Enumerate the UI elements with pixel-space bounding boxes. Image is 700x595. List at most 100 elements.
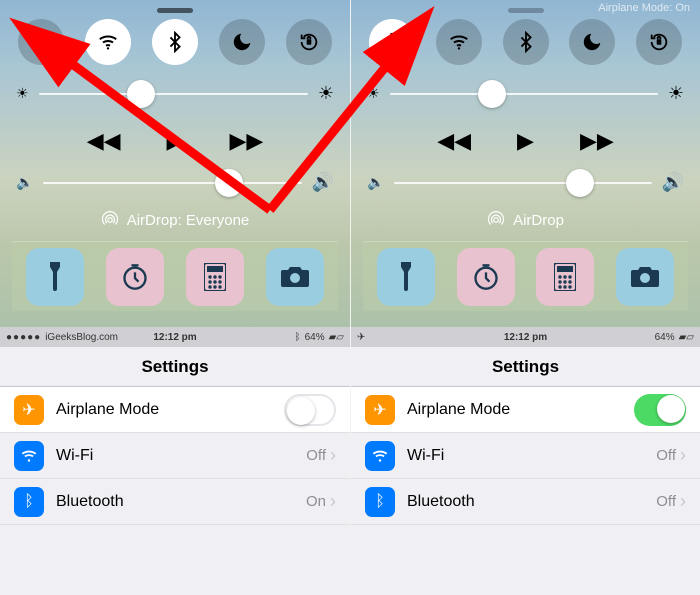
grabber-icon[interactable] bbox=[157, 8, 193, 13]
airplane-icon: ✈ bbox=[14, 395, 44, 425]
moon-icon bbox=[231, 31, 253, 53]
wifi-row[interactable]: Wi-Fi Off› bbox=[0, 433, 350, 479]
airdrop-label: AirDrop: Everyone bbox=[127, 212, 250, 229]
rotation-lock-icon bbox=[648, 31, 670, 53]
moon-icon bbox=[581, 31, 603, 53]
airdrop-button[interactable]: AirDrop bbox=[363, 211, 688, 229]
brightness-slider[interactable]: ☀︎ ☀︎ bbox=[363, 83, 688, 104]
timer-tile[interactable] bbox=[106, 248, 164, 306]
volume-low-icon: 🔈 bbox=[367, 174, 384, 191]
signal-icon: ●●●●● bbox=[6, 332, 41, 343]
airplane-mode-row[interactable]: ✈ Airplane Mode bbox=[0, 387, 350, 433]
wifi-icon bbox=[14, 441, 44, 471]
bluetooth-row[interactable]: ᛒ Bluetooth Off› bbox=[351, 479, 700, 525]
volume-high-icon: 🔊 bbox=[312, 172, 334, 193]
calculator-icon bbox=[554, 263, 576, 291]
chevron-right-icon: › bbox=[680, 491, 686, 512]
status-bar: ✈ 12:12 pm 64% ▰▱ bbox=[351, 327, 700, 347]
forward-icon[interactable]: ▶▶ bbox=[229, 128, 263, 154]
flashlight-icon bbox=[43, 262, 67, 292]
airplane-switch[interactable] bbox=[634, 394, 686, 426]
airdrop-button[interactable]: AirDrop: Everyone bbox=[12, 211, 338, 229]
airplane-toggle[interactable] bbox=[369, 19, 415, 65]
flashlight-tile[interactable] bbox=[377, 248, 435, 306]
control-center: Airplane Mode: On ☀︎ ☀︎ ◀◀ ▶ bbox=[351, 0, 700, 327]
brightness-slider[interactable]: ☀︎ ☀︎ bbox=[12, 83, 338, 104]
status-bar: ●●●●● iGeeksBlog.com 12:12 pm ᛒ 64% ▰▱ bbox=[0, 327, 350, 347]
airplane-toggle[interactable] bbox=[18, 19, 64, 65]
camera-icon bbox=[280, 266, 310, 288]
rewind-icon[interactable]: ◀◀ bbox=[87, 128, 121, 154]
airplane-icon bbox=[30, 31, 52, 53]
play-icon[interactable]: ▶ bbox=[167, 128, 184, 154]
carrier-label: iGeeksBlog.com bbox=[45, 332, 118, 343]
toggle-row bbox=[363, 19, 688, 65]
airplane-switch[interactable] bbox=[284, 394, 336, 426]
camera-tile[interactable] bbox=[616, 248, 674, 306]
airdrop-label: AirDrop bbox=[513, 212, 564, 229]
row-label: Airplane Mode bbox=[56, 401, 159, 419]
rotation-lock-icon bbox=[298, 31, 320, 53]
chevron-right-icon: › bbox=[680, 445, 686, 466]
calculator-tile[interactable] bbox=[186, 248, 244, 306]
row-label: Bluetooth bbox=[407, 493, 475, 511]
chevron-right-icon: › bbox=[330, 445, 336, 466]
quick-launch-row bbox=[363, 241, 688, 311]
airplane-mode-row[interactable]: ✈ Airplane Mode bbox=[351, 387, 700, 433]
airplane-icon bbox=[381, 31, 403, 53]
bluetooth-icon bbox=[515, 31, 537, 53]
bluetooth-toggle[interactable] bbox=[152, 19, 198, 65]
camera-tile[interactable] bbox=[266, 248, 324, 306]
battery-label: 64% bbox=[305, 332, 325, 343]
bluetooth-row[interactable]: ᛒ Bluetooth On› bbox=[0, 479, 350, 525]
bluetooth-icon: ᛒ bbox=[14, 487, 44, 517]
bluetooth-toggle[interactable] bbox=[503, 19, 549, 65]
quick-launch-row bbox=[12, 241, 338, 311]
battery-icon: ▰▱ bbox=[329, 332, 344, 343]
bluetooth-icon: ᛒ bbox=[365, 487, 395, 517]
rewind-icon[interactable]: ◀◀ bbox=[437, 128, 471, 154]
calculator-tile[interactable] bbox=[536, 248, 594, 306]
battery-icon: ▰▱ bbox=[679, 332, 694, 343]
row-label: Wi-Fi bbox=[407, 447, 444, 465]
bt-status-icon: ᛒ bbox=[295, 332, 301, 343]
media-controls: ◀◀ ▶ ▶▶ bbox=[12, 128, 338, 154]
bluetooth-icon bbox=[164, 31, 186, 53]
dnd-toggle[interactable] bbox=[219, 19, 265, 65]
clock-label: 12:12 pm bbox=[504, 332, 547, 343]
wifi-toggle[interactable] bbox=[85, 19, 131, 65]
settings-app: ●●●●● iGeeksBlog.com 12:12 pm ᛒ 64% ▰▱ S… bbox=[0, 327, 350, 595]
dnd-toggle[interactable] bbox=[569, 19, 615, 65]
volume-low-icon: 🔈 bbox=[16, 174, 33, 191]
row-label: Wi-Fi bbox=[56, 447, 93, 465]
brightness-high-icon: ☀︎ bbox=[668, 83, 684, 104]
brightness-low-icon: ☀︎ bbox=[16, 85, 29, 102]
grabber-icon[interactable] bbox=[508, 8, 544, 13]
rotation-lock-toggle[interactable] bbox=[286, 19, 332, 65]
calculator-icon bbox=[204, 263, 226, 291]
airplane-banner: Airplane Mode: On bbox=[598, 2, 690, 14]
toggle-row bbox=[12, 19, 338, 65]
timer-icon bbox=[472, 263, 500, 291]
flashlight-tile[interactable] bbox=[26, 248, 84, 306]
volume-slider[interactable]: 🔈 🔊 bbox=[363, 172, 688, 193]
airdrop-icon bbox=[101, 211, 119, 229]
forward-icon[interactable]: ▶▶ bbox=[580, 128, 614, 154]
rotation-lock-toggle[interactable] bbox=[636, 19, 682, 65]
timer-icon bbox=[121, 263, 149, 291]
wifi-icon bbox=[448, 31, 470, 53]
timer-tile[interactable] bbox=[457, 248, 515, 306]
wifi-row[interactable]: Wi-Fi Off› bbox=[351, 433, 700, 479]
battery-label: 64% bbox=[655, 332, 675, 343]
row-value: Off bbox=[656, 493, 676, 510]
wifi-toggle[interactable] bbox=[436, 19, 482, 65]
media-controls: ◀◀ ▶ ▶▶ bbox=[363, 128, 688, 154]
settings-app: ✈ 12:12 pm 64% ▰▱ Settings ✈ Airplane Mo… bbox=[351, 327, 700, 595]
wifi-icon bbox=[97, 31, 119, 53]
control-center: ☀︎ ☀︎ ◀◀ ▶ ▶▶ 🔈 🔊 AirDrop: Everyone bbox=[0, 0, 350, 327]
wifi-icon bbox=[365, 441, 395, 471]
flashlight-icon bbox=[394, 262, 418, 292]
chevron-right-icon: › bbox=[330, 491, 336, 512]
play-icon[interactable]: ▶ bbox=[517, 128, 534, 154]
volume-slider[interactable]: 🔈 🔊 bbox=[12, 172, 338, 193]
